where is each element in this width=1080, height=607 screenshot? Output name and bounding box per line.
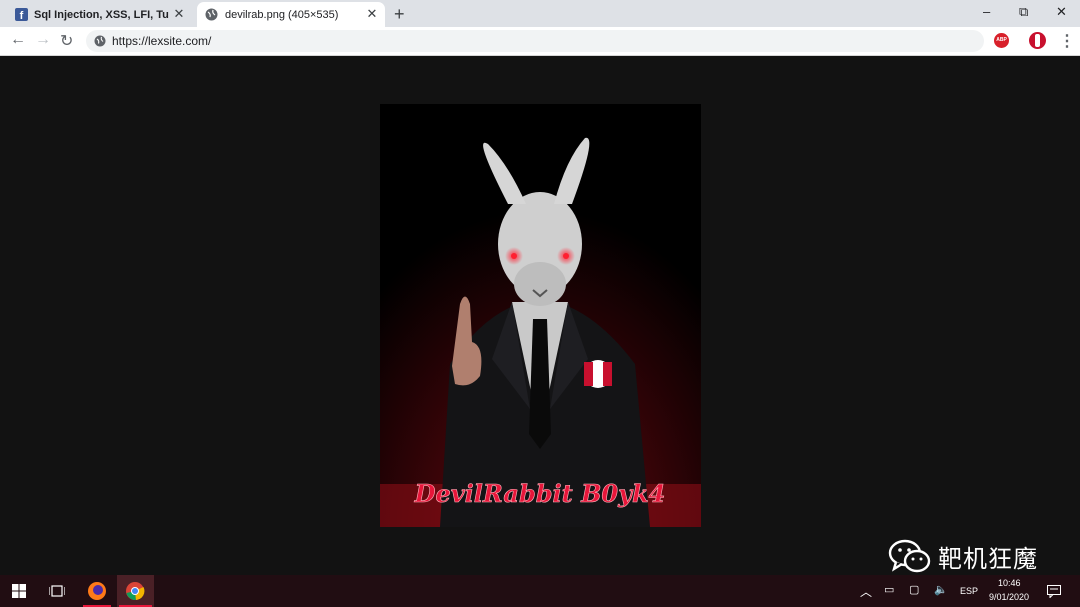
task-view-icon[interactable]	[49, 584, 65, 598]
browser-toolbar: ← → ↻ https://lexsite.com/ ABP ⋮	[0, 27, 1080, 56]
watermark-text: 靶机狂魔	[938, 544, 1038, 573]
devil-rabbit-image: DevilRabbit B0yk4	[380, 104, 701, 527]
adblock-icon[interactable]: ABP	[994, 33, 1009, 48]
back-arrow-icon[interactable]: ←	[10, 31, 26, 49]
reload-icon[interactable]: ↻	[60, 31, 73, 51]
restore-button[interactable]: ⧉	[1019, 4, 1028, 20]
windows-taskbar: ︿ ▭ ▢ 🔈 ESP 10:46 9/01/2020	[0, 575, 1080, 607]
globe-icon	[94, 35, 106, 47]
facebook-icon: f	[15, 8, 28, 21]
tab-title: devilrab.png (405×535)	[225, 8, 339, 21]
new-tab-button[interactable]: +	[394, 4, 405, 25]
svg-text:f: f	[20, 10, 24, 21]
chrome-taskbar-button[interactable]	[117, 575, 154, 607]
address-bar[interactable]: https://lexsite.com/	[86, 30, 984, 52]
chat-bubbles-icon	[888, 539, 931, 573]
notification-icon[interactable]	[1047, 585, 1061, 598]
tab-strip: f Sql Injection, XSS, LFI, Tutorials ✕ d…	[0, 0, 1080, 27]
adblock-label: ABP	[996, 37, 1007, 43]
chrome-icon	[126, 582, 145, 601]
windows-start-icon[interactable]	[12, 584, 26, 598]
minimize-button[interactable]: –	[983, 4, 990, 19]
clock-date[interactable]: 9/01/2020	[989, 592, 1029, 602]
tab-devilrab[interactable]: devilrab.png (405×535) ✕	[197, 2, 385, 27]
display-icon[interactable]: ▢	[909, 583, 919, 596]
tab-title: Sql Injection, XSS, LFI, Tutorials	[34, 8, 169, 21]
watermark: 靶机狂魔	[888, 538, 1038, 574]
firefox-taskbar-button[interactable]	[81, 575, 113, 607]
chevron-up-icon[interactable]: ︿	[860, 583, 872, 600]
firefox-icon	[88, 582, 106, 600]
tab-facebook[interactable]: f Sql Injection, XSS, LFI, Tutorials ✕	[8, 2, 192, 27]
forward-arrow-icon[interactable]: →	[35, 31, 51, 49]
url-text: https://lexsite.com/	[112, 34, 212, 48]
language-indicator[interactable]: ESP	[960, 586, 978, 596]
profile-avatar[interactable]	[1029, 32, 1046, 49]
menu-kebab-icon[interactable]: ⋮	[1059, 31, 1075, 51]
network-icon[interactable]: ▭	[884, 583, 894, 596]
image-caption: DevilRabbit B0yk4	[414, 479, 666, 508]
close-tab-icon[interactable]: ✕	[365, 7, 379, 21]
close-window-button[interactable]: ✕	[1056, 4, 1067, 20]
globe-icon	[205, 8, 218, 21]
clock-time[interactable]: 10:46	[998, 578, 1021, 588]
close-tab-icon[interactable]: ✕	[172, 7, 186, 21]
volume-icon[interactable]: 🔈	[934, 583, 948, 596]
